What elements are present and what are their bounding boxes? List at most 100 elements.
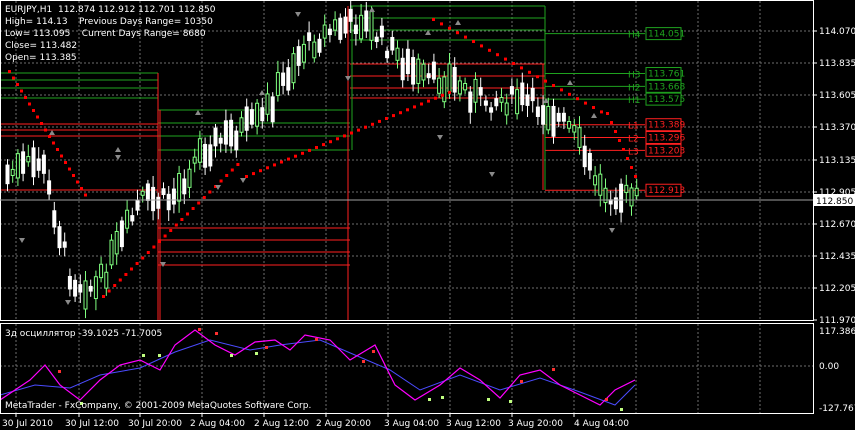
prev-range: Previous Days Range= 10350 — [79, 17, 213, 27]
candle-body — [359, 14, 364, 40]
candle-body — [192, 156, 197, 164]
sar-dot — [287, 157, 290, 161]
fractal-down-arrow — [295, 12, 301, 17]
sar-dot — [169, 229, 173, 232]
sar-dot — [44, 128, 47, 132]
sar-dot — [606, 112, 609, 115]
candle-body — [541, 105, 546, 125]
candle-body — [535, 106, 540, 117]
price-label: 112.670 — [819, 220, 855, 230]
time-label: 2 Aug 04:00 — [190, 419, 245, 429]
candle-body — [546, 105, 551, 131]
sar-dot — [364, 125, 367, 129]
candle-body — [99, 263, 104, 279]
sar-dot — [399, 111, 402, 115]
candle-body — [234, 130, 239, 151]
candle-body — [431, 61, 436, 80]
oscillator-dot — [441, 396, 444, 399]
oscillator-axis-label: 117.3864 — [819, 327, 855, 337]
sar-dot — [130, 267, 133, 271]
level-value: 112.913 — [648, 186, 685, 196]
sar-dot — [472, 40, 475, 43]
candle-body — [385, 50, 390, 59]
sar-dot — [413, 105, 416, 109]
sar-dot — [448, 90, 451, 94]
candle-body — [530, 87, 535, 102]
candle-body — [416, 58, 421, 84]
chart-canvas[interactable]: 114.070 113.835 113.605 113.370 113.135 112.9… — [0, 0, 855, 430]
sar-dot — [622, 148, 625, 151]
candle-body — [426, 73, 431, 79]
sar-dot — [64, 161, 67, 164]
candle-body — [494, 98, 499, 107]
candle-body — [572, 125, 577, 133]
level-labels[interactable]: 114.051 H4 113.761 H3 113.668 H2 113.575 H1 113.… — [628, 27, 685, 197]
candle-body — [78, 284, 83, 293]
price-axis: 114.070113.835113.605113.370113.135112.9… — [813, 27, 855, 326]
candle-body — [624, 184, 629, 193]
sar-dot — [40, 122, 43, 125]
oscillator-dot — [520, 380, 523, 383]
price-label: 112.205 — [819, 284, 855, 294]
sar-dot — [343, 134, 346, 138]
candle-body — [31, 147, 36, 178]
candle-body — [437, 77, 442, 94]
symbol: EURJPY,H1 — [5, 5, 53, 15]
candle-body — [327, 28, 332, 36]
sar-dot — [102, 295, 105, 298]
candle-body — [561, 112, 566, 122]
candle-body — [473, 78, 478, 103]
candle-body — [135, 199, 140, 211]
sar-dot — [294, 154, 297, 158]
candle-body — [525, 94, 530, 106]
sar-dot — [230, 168, 234, 172]
sar-dot — [392, 114, 395, 118]
sar-dot — [174, 223, 178, 227]
candle-body — [483, 100, 488, 106]
sar-dot — [24, 96, 27, 99]
sar-dot — [56, 148, 59, 151]
sar-dot — [427, 99, 430, 103]
candle-body — [109, 239, 114, 266]
sar-dot — [152, 245, 156, 249]
oscillator-dot — [372, 350, 375, 353]
sar-dot — [322, 143, 325, 147]
price-label: 113.835 — [819, 59, 855, 69]
time-label: 2 Aug 12:00 — [254, 419, 309, 429]
candle-body — [203, 143, 208, 168]
candle-body — [301, 43, 306, 63]
candle-body — [312, 41, 317, 59]
oscillator-signal-line — [0, 339, 636, 406]
candle-body — [244, 106, 249, 131]
candle-body — [151, 186, 156, 212]
candle-body — [338, 17, 343, 40]
fractal-down-arrow — [489, 172, 495, 177]
sar-dot — [610, 121, 613, 124]
candle-body — [463, 82, 468, 91]
level-value: 113.575 — [648, 95, 685, 105]
time-label: 3 Aug 20:00 — [508, 419, 563, 429]
candle-body — [26, 156, 31, 163]
sar-dot — [107, 289, 111, 293]
sar-dot — [560, 88, 563, 92]
oscillator-dot — [362, 360, 365, 363]
candle-body — [177, 173, 182, 202]
oscillator-dot — [428, 398, 431, 401]
sar-dot — [12, 76, 15, 80]
open-value: Open= 113.385 — [5, 53, 77, 63]
candle-body — [52, 210, 57, 228]
candle-body — [119, 220, 124, 248]
sar-dot — [441, 93, 444, 97]
fractal-up-arrow — [49, 130, 55, 135]
time-label: 30 Jul 12:00 — [65, 419, 119, 429]
candle-body — [411, 57, 416, 85]
sar-dot — [16, 83, 19, 86]
sar-dot — [76, 180, 79, 184]
sar-dot — [219, 179, 223, 183]
sar-dot — [72, 174, 75, 177]
candle-body — [223, 120, 228, 145]
candle-body — [457, 80, 462, 95]
candle-body — [442, 76, 447, 103]
candle-body — [187, 168, 192, 188]
time-label: 2 Aug 20:00 — [316, 419, 371, 429]
